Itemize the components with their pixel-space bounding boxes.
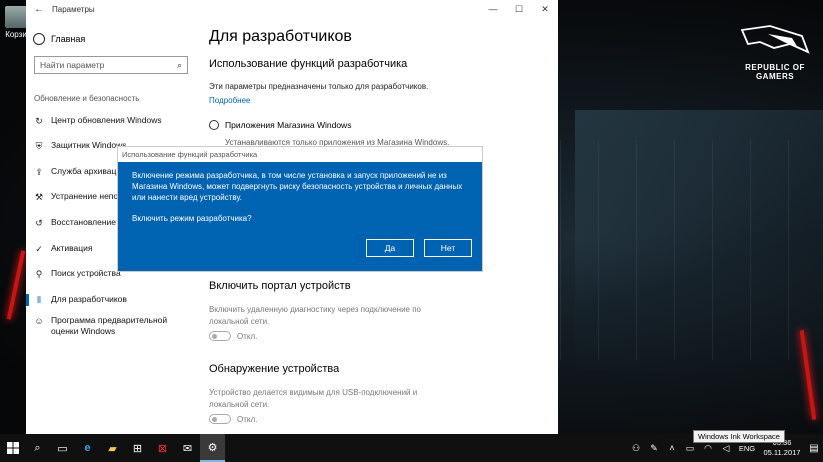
- device-portal-toggle[interactable]: [209, 331, 231, 341]
- file-explorer-button[interactable]: ▰: [100, 434, 125, 462]
- sidebar-item-label: Служба архивации: [51, 166, 126, 176]
- backup-icon: ⇪: [35, 167, 43, 177]
- window-title: Параметры: [52, 4, 95, 14]
- gift-icon: ⊠: [157, 442, 168, 455]
- clock-date: 05.11.2017: [763, 448, 801, 457]
- shield-icon: ⛨: [35, 141, 43, 151]
- recycle-bin-icon: [5, 6, 27, 28]
- dialog-body: Включение режима разработчика, в том чис…: [118, 162, 482, 232]
- store-apps-radio[interactable]: Приложения Магазина Windows: [209, 120, 351, 130]
- action-center-icon[interactable]: ▤: [805, 443, 823, 454]
- sidebar-item-insider[interactable]: ☺ Программа предварительной оценки Windo…: [34, 315, 192, 337]
- insider-icon: ☺: [34, 316, 44, 326]
- dialog-question: Включить режим разработчика?: [132, 214, 252, 223]
- device-discovery-toggle[interactable]: [209, 414, 231, 424]
- volume-icon[interactable]: ◁: [717, 443, 735, 454]
- sidebar-item-label: Центр обновления Windows: [51, 115, 162, 125]
- rog-logo: REPUBLIC OF GAMERS: [735, 22, 815, 81]
- gear-icon: [33, 33, 45, 45]
- people-icon[interactable]: ⚇: [627, 443, 645, 454]
- edge-icon: e: [84, 442, 91, 454]
- chevron-up-icon[interactable]: ˄: [663, 443, 681, 453]
- sidebar-item-label: Для разработчиков: [51, 294, 127, 304]
- toggle-state: Откл.: [237, 331, 258, 341]
- tooltip: Windows Ink Workspace: [693, 430, 785, 443]
- mail-button[interactable]: ✉: [175, 434, 200, 462]
- radio-label: Приложения Магазина Windows: [225, 120, 352, 130]
- learn-more-link[interactable]: Подробнее: [209, 96, 251, 105]
- wifi-icon[interactable]: ◠: [699, 443, 717, 454]
- gear-icon: ⚙: [207, 441, 218, 454]
- dialog-buttons: Да Нет: [366, 239, 472, 257]
- search-input[interactable]: Найти параметр ⌕: [34, 56, 188, 74]
- gift-app-button[interactable]: ⊠: [150, 434, 175, 462]
- dialog-title: Использование функций разработчика: [118, 147, 482, 162]
- sidebar-item-windows-update[interactable]: ↻ Центр обновления Windows: [34, 115, 194, 126]
- wrench-icon: ⚒: [34, 192, 44, 202]
- language-indicator[interactable]: ENG: [735, 444, 759, 453]
- dialog-message: Включение режима разработчика, в том чис…: [132, 171, 463, 202]
- sidebar-item-label: Активация: [51, 243, 93, 253]
- sidebar-home[interactable]: Главная: [33, 33, 85, 45]
- no-button[interactable]: Нет: [424, 239, 472, 257]
- store-bag-icon: ⊞: [132, 442, 143, 455]
- sidebar-item-label: Программа предварительной оценки Windows: [51, 315, 168, 336]
- device-discovery-heading: Обнаружение устройства: [209, 363, 340, 375]
- history-icon: ↺: [35, 218, 43, 228]
- sync-icon: ↻: [35, 116, 43, 126]
- rog-wordmark: REPUBLIC OF GAMERS: [745, 63, 805, 81]
- task-view-button[interactable]: ▭: [50, 434, 75, 462]
- yes-button[interactable]: Да: [366, 239, 414, 257]
- radio-button[interactable]: [209, 120, 219, 130]
- edge-button[interactable]: e: [75, 434, 100, 462]
- search-icon: ⌕: [176, 60, 182, 70]
- device-portal-heading: Включить портал устройств: [209, 280, 351, 292]
- sidebar-item-label: Поиск устройства: [51, 268, 121, 278]
- windows-ink-icon[interactable]: ✎: [645, 443, 663, 454]
- search-icon: ⌕: [34, 441, 41, 454]
- developer-icon: ⫴: [37, 295, 41, 305]
- sidebar-item-developers[interactable]: ⫴ Для разработчиков: [34, 294, 194, 305]
- store-button[interactable]: ⊞: [125, 434, 150, 462]
- device-discovery-description: Устройство делается видимым для USB-подк…: [209, 388, 418, 409]
- device-portal-toggle-row: Откл.: [209, 331, 257, 341]
- sidebar-section-label: Обновление и безопасность: [34, 94, 140, 103]
- rog-eye-icon: [740, 25, 810, 54]
- sidebar-home-label: Главная: [51, 34, 86, 44]
- windows-logo-icon: [6, 442, 19, 454]
- person-pin-icon: ⚲: [35, 269, 43, 279]
- search-taskbar-button[interactable]: ⌕: [25, 434, 50, 462]
- mail-icon: ✉: [182, 442, 193, 455]
- settings-taskbar-button[interactable]: ⚙: [200, 434, 225, 462]
- minimize-button[interactable]: —: [480, 4, 506, 14]
- check-circle-icon: ✓: [35, 244, 43, 254]
- developer-mode-dialog: Использование функций разработчика Включ…: [117, 146, 483, 272]
- battery-icon[interactable]: ▭: [681, 443, 699, 454]
- maximize-button[interactable]: ☐: [506, 4, 532, 15]
- sidebar-item-label: Восстановление: [51, 217, 117, 227]
- sidebar-item-label: Защитник Windows: [51, 140, 127, 150]
- section-heading: Использование функций разработчика: [209, 58, 408, 70]
- search-placeholder: Найти параметр: [40, 60, 105, 70]
- device-portal-description: Включить удаленную диагностику через под…: [209, 305, 421, 326]
- active-indicator: [26, 294, 29, 306]
- section-description: Эти параметры предназначены только для р…: [209, 82, 429, 91]
- device-discovery-toggle-row: Откл.: [209, 414, 257, 424]
- page-title: Для разработчиков: [209, 28, 352, 45]
- close-button[interactable]: ✕: [532, 4, 558, 15]
- window-titlebar: ← Параметры — ☐ ✕: [26, 0, 558, 18]
- back-button[interactable]: ←: [26, 4, 52, 15]
- task-view-icon: ▭: [57, 442, 68, 455]
- toggle-state: Откл.: [237, 414, 258, 424]
- start-button[interactable]: [0, 434, 25, 462]
- folder-icon: ▰: [108, 442, 117, 455]
